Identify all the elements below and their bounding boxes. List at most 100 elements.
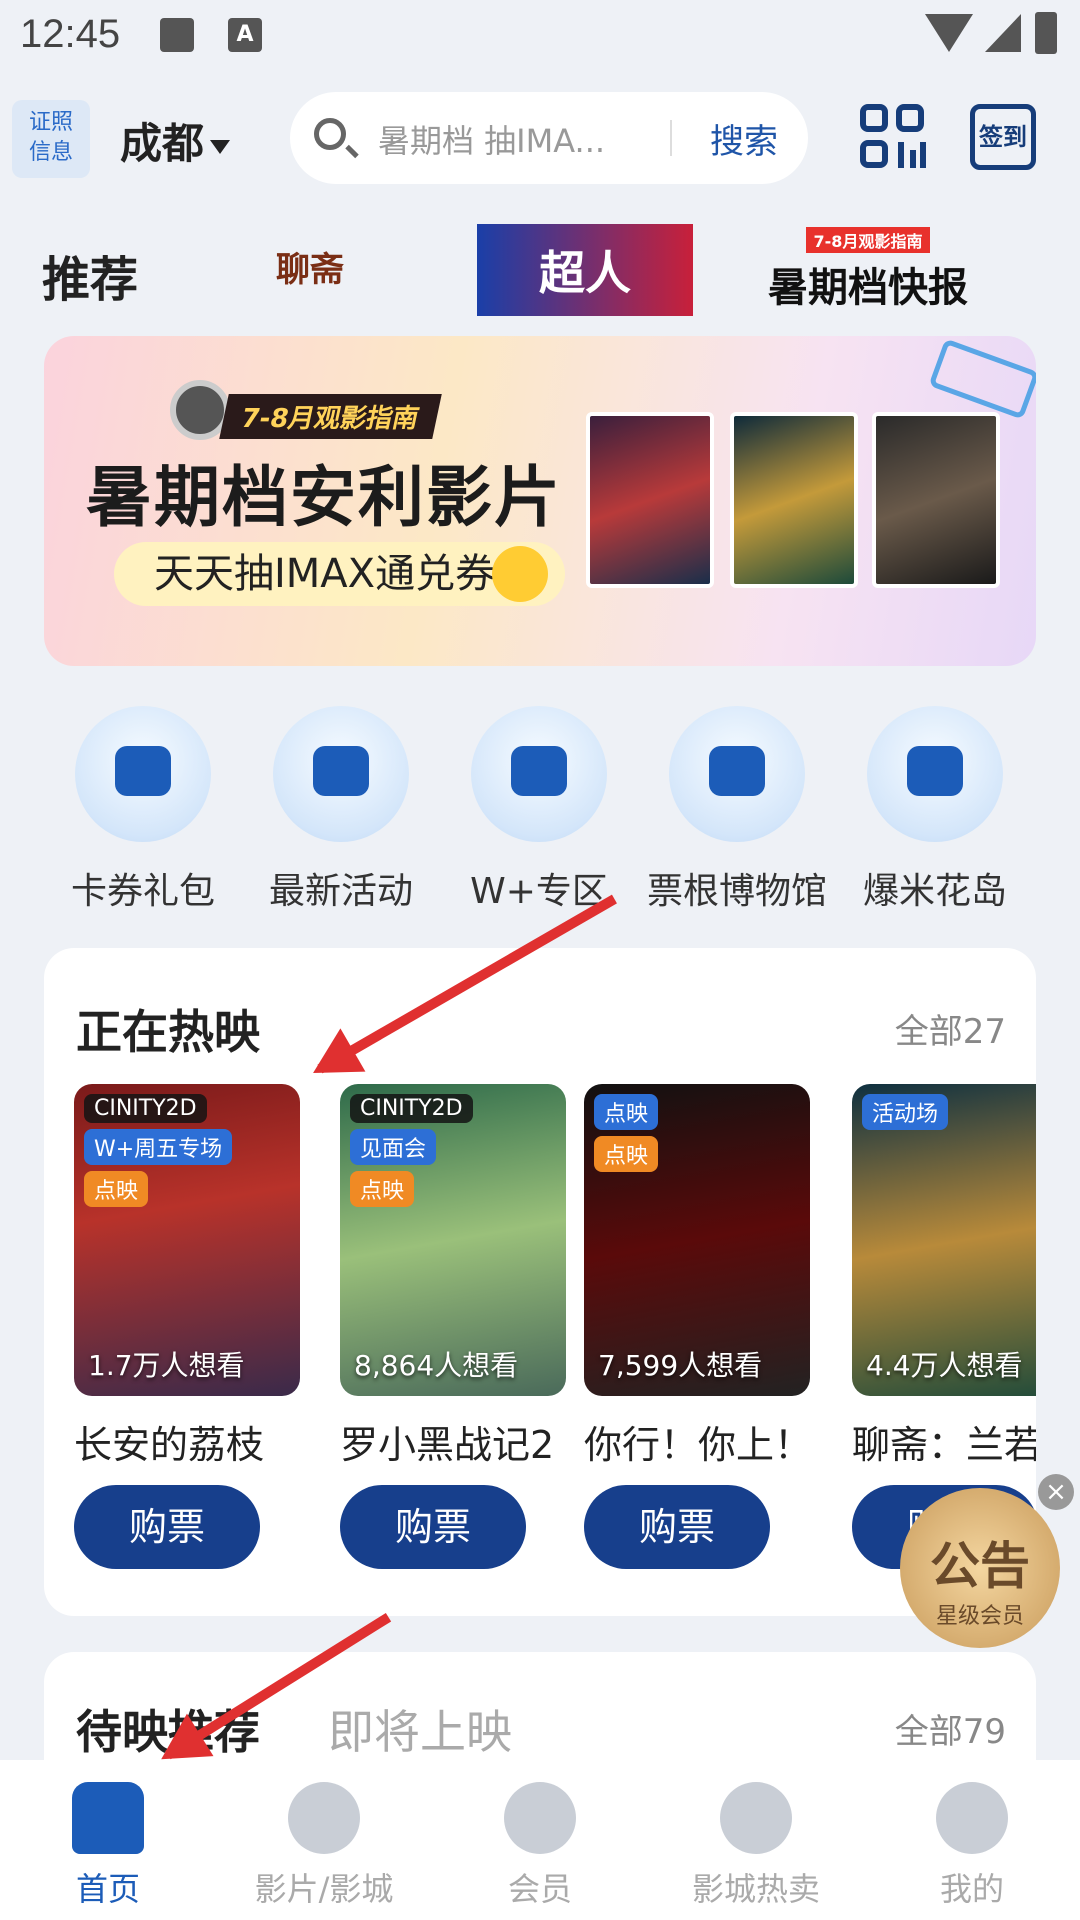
museum-icon	[669, 706, 805, 842]
tab-mine[interactable]: 我的	[864, 1782, 1080, 1910]
tab-movies-cinemas[interactable]: 影片/影城	[216, 1782, 432, 1910]
promo-banner[interactable]: 7-8月观影指南 暑期档安利影片 天天抽IMAX通兑券	[44, 336, 1036, 666]
search-button[interactable]: 搜索	[710, 114, 778, 163]
quick-link-label: 最新活动	[268, 871, 413, 912]
recommend-title: 推荐	[42, 252, 139, 308]
movie-poster[interactable]: CINITY2D W+周五专场 点映 1.7万人想看	[74, 1084, 300, 1396]
battery-icon	[1035, 12, 1057, 54]
city-selector[interactable]: 成都	[120, 110, 231, 171]
want-count: 1.7万人想看	[88, 1349, 245, 1382]
banner-poster-1	[586, 412, 714, 588]
tab-cinema-hot-sale[interactable]: 影城热卖	[648, 1782, 864, 1910]
bottom-tab-bar: 首页 影片/影城 会员 影城热卖 我的	[0, 1760, 1080, 1920]
movie-poster[interactable]: 点映 点映 7,599人想看	[584, 1084, 810, 1396]
quick-link-label: 爆米花岛	[862, 871, 1007, 912]
crown-icon	[504, 1782, 576, 1854]
movie-title: 罗小黑战记2	[340, 1423, 555, 1467]
want-count: 8,864人想看	[354, 1349, 519, 1382]
movie-title: 长安的荔枝	[74, 1423, 265, 1467]
tab-home[interactable]: 首页	[0, 1782, 216, 1910]
film-reel-icon	[288, 1782, 360, 1854]
movie-card[interactable]: CINITY2D 见面会 点映 8,864人想看 罗小黑战记2 购票	[340, 1084, 566, 1569]
tab-label: 我的	[939, 1870, 1004, 1908]
status-bar: 12:45 A	[0, 0, 1080, 70]
movie-title: 聊斋：兰若	[852, 1423, 1036, 1467]
movie-card[interactable]: CINITY2D W+周五专场 点映 1.7万人想看 长安的荔枝 购票	[74, 1084, 300, 1569]
gift-icon	[273, 706, 409, 842]
now-showing-card: 正在热映 全部27 CINITY2D W+周五专场 点映 1.7万人想看 长安的…	[44, 948, 1036, 1616]
home-icon	[72, 1782, 144, 1854]
quick-link-museum[interactable]: 票根博物馆	[642, 706, 832, 914]
quick-link-label: 票根博物馆	[646, 871, 827, 912]
notice-title: 公告	[930, 1537, 1030, 1595]
search-icon	[314, 118, 346, 150]
movie-title: 你行！你上！	[584, 1423, 813, 1467]
preview-badge: 点映	[350, 1171, 415, 1207]
upcoming-tab-coming-soon[interactable]: 即将上映	[328, 1696, 512, 1762]
format-badge: CINITY2D	[350, 1094, 473, 1123]
movie-card[interactable]: 点映 点映 7,599人想看 你行！你上！ 购票	[584, 1084, 813, 1569]
tab-label: 会员	[507, 1870, 572, 1908]
preview-badge: 点映	[594, 1094, 659, 1130]
tab-label: 影城热卖	[691, 1870, 820, 1908]
upcoming-all-link[interactable]: 全部79	[895, 1704, 1006, 1753]
quick-link-coupons[interactable]: 卡券礼包	[48, 706, 238, 914]
3d-glasses-icon	[928, 338, 1036, 420]
quick-link-label: 卡券礼包	[70, 871, 215, 912]
quick-link-activities[interactable]: 最新活动	[246, 706, 436, 914]
photo-icon	[160, 18, 194, 52]
heart-eyes-emoji-icon	[492, 546, 548, 602]
caret-down-icon	[210, 139, 231, 154]
banner-headline: 暑期档安利影片	[86, 459, 562, 536]
banner-poster-2	[730, 412, 858, 588]
keyboard-a-icon: A	[228, 18, 262, 52]
tab-label: 首页	[75, 1870, 140, 1908]
cert-info-button[interactable]: 证照 信息	[12, 100, 90, 178]
quick-link-popcorn-island[interactable]: 爆米花岛	[840, 706, 1030, 914]
popcorn-icon	[720, 1782, 792, 1854]
want-count: 4.4万人想看	[866, 1349, 1023, 1382]
recommend-logo-superman[interactable]: 超人	[477, 224, 693, 316]
qr-scan-icon[interactable]	[860, 104, 926, 170]
tab-label: 影片/影城	[254, 1870, 394, 1908]
ticket-icon	[75, 706, 211, 842]
tab-membership[interactable]: 会员	[432, 1782, 648, 1910]
crown-icon	[471, 706, 607, 842]
summer-news-tag: 7-8月观影指南	[805, 227, 931, 253]
wifi-icon	[925, 14, 973, 52]
event-badge: W+周五专场	[84, 1129, 233, 1165]
quick-link-wplus[interactable]: W+专区	[444, 706, 634, 914]
smile-icon	[936, 1782, 1008, 1854]
banner-tag: 7-8月观影指南	[219, 394, 442, 439]
format-badge: CINITY2D	[84, 1094, 207, 1123]
banner-poster-3	[872, 412, 1000, 588]
notice-badge[interactable]: 公告 星级会员	[900, 1488, 1060, 1648]
now-showing-title: 正在热映	[76, 1005, 260, 1059]
movie-poster[interactable]: 活动场 4.4万人想看	[852, 1084, 1036, 1396]
checkin-button[interactable]: 签到	[970, 104, 1036, 170]
want-count: 7,599人想看	[598, 1349, 763, 1382]
buy-ticket-button[interactable]: 购票	[74, 1485, 260, 1569]
recommend-row: 推荐 聊斋 超人 7-8月观影指南 暑期档快报	[0, 210, 1080, 320]
preview-badge: 点映	[84, 1171, 149, 1207]
preview-badge: 点映	[594, 1136, 659, 1172]
corn-icon	[867, 706, 1003, 842]
quick-links: 卡券礼包 最新活动 W+专区 票根博物馆 爆米花岛	[0, 706, 1080, 912]
search-divider	[670, 120, 672, 156]
now-showing-all-link[interactable]: 全部27	[895, 1004, 1006, 1053]
buy-ticket-button[interactable]: 购票	[584, 1485, 770, 1569]
recommend-logo-liaozhai[interactable]: 聊斋	[270, 224, 350, 316]
recommend-logo-summer-news[interactable]: 7-8月观影指南 暑期档快报	[758, 224, 978, 316]
city-label: 成都	[120, 119, 205, 168]
floating-notice[interactable]: 公告 星级会员 ×	[900, 1474, 1074, 1654]
signal-icon	[985, 14, 1021, 52]
top-bar: 证照 信息 成都 暑期档 抽IMA... 搜索 签到	[0, 90, 1080, 190]
buy-ticket-button[interactable]: 购票	[340, 1485, 526, 1569]
event-badge: 活动场	[862, 1094, 949, 1130]
event-badge: 见面会	[350, 1129, 437, 1165]
status-time: 12:45	[20, 12, 121, 56]
search-placeholder: 暑期档 抽IMA...	[378, 122, 606, 160]
search-bar[interactable]: 暑期档 抽IMA... 搜索	[290, 92, 808, 184]
close-icon[interactable]: ×	[1038, 1474, 1074, 1510]
movie-poster[interactable]: CINITY2D 见面会 点映 8,864人想看	[340, 1084, 566, 1396]
